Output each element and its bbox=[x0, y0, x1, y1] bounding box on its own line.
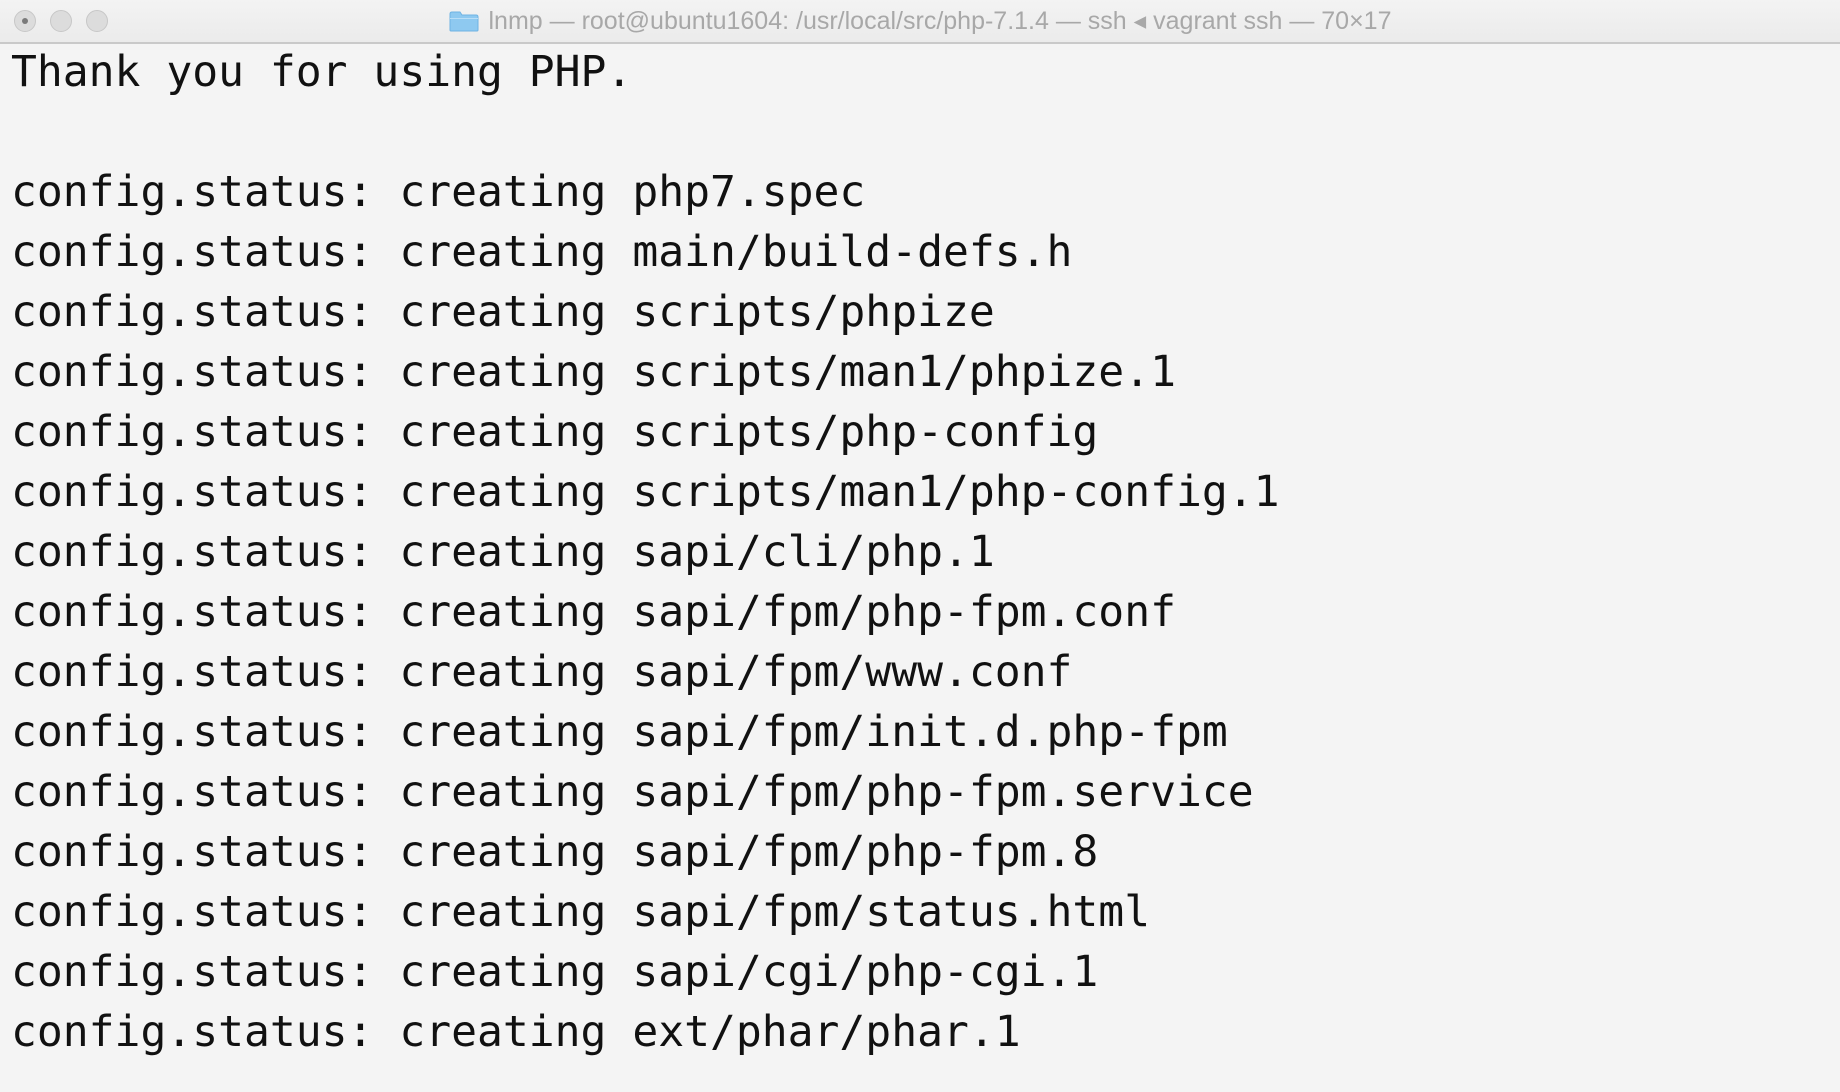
terminal-line: config.status: creating scripts/man1/php… bbox=[11, 347, 1176, 397]
terminal-line: config.status: creating scripts/php-conf… bbox=[11, 407, 1099, 457]
window-title-group: lnmp — root@ubuntu1604: /usr/local/src/p… bbox=[0, 0, 1840, 42]
terminal-line: config.status: creating sapi/fpm/status.… bbox=[11, 887, 1151, 937]
terminal-line: config.status: creating php7.spec bbox=[11, 167, 866, 217]
terminal-line: config.status: creating sapi/fpm/php-fpm… bbox=[11, 587, 1176, 637]
terminal-line: config.status: creating sapi/fpm/php-fpm… bbox=[11, 767, 1254, 817]
terminal-line: config.status: creating sapi/cgi/php-cgi… bbox=[11, 947, 1099, 997]
terminal-window: lnmp — root@ubuntu1604: /usr/local/src/p… bbox=[0, 0, 1840, 1092]
terminal-line: config.status: creating sapi/fpm/init.d.… bbox=[11, 707, 1228, 757]
terminal-line: Thank you for using PHP. bbox=[11, 47, 633, 97]
terminal-line: config.status: creating scripts/man1/php… bbox=[11, 467, 1280, 517]
terminal-line: config.status: creating scripts/phpize bbox=[11, 287, 995, 337]
folder-icon bbox=[449, 10, 479, 32]
terminal-output[interactable]: Thank you for using PHP. config.status: c… bbox=[0, 44, 1840, 1092]
title-bar[interactable]: lnmp — root@ubuntu1604: /usr/local/src/p… bbox=[0, 0, 1840, 44]
terminal-line: config.status: creating sapi/fpm/www.con… bbox=[11, 647, 1073, 697]
terminal-line: config.status: creating main/build-defs.… bbox=[11, 227, 1073, 277]
terminal-line: config.status: creating ext/phar/phar.1 bbox=[11, 1007, 1021, 1057]
window-title: lnmp — root@ubuntu1604: /usr/local/src/p… bbox=[488, 7, 1392, 35]
terminal-line: config.status: creating sapi/fpm/php-fpm… bbox=[11, 827, 1099, 877]
terminal-line: config.status: creating sapi/cli/php.1 bbox=[11, 527, 995, 577]
